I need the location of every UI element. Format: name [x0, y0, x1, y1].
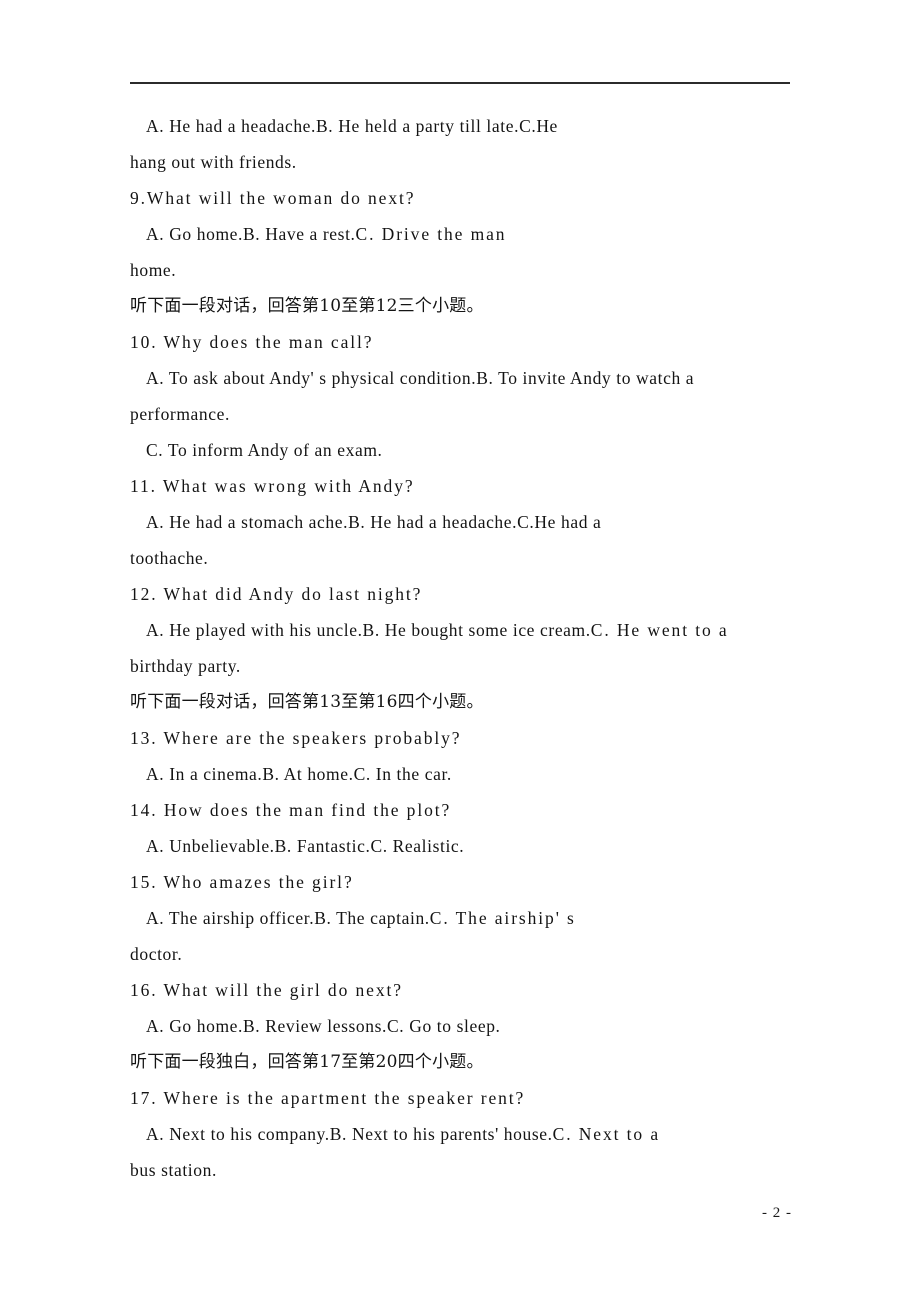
question-15-options-row: A. The airship officer. B. The captain. …: [130, 900, 792, 936]
option-c: C. In the car.: [353, 764, 452, 784]
question-16-options-row: A. Go home. B. Review lessons. C. Go to …: [130, 1008, 792, 1044]
question-10-text: 10. Why does the man call?: [130, 332, 374, 352]
option-b: B. To invite Andy to watch a: [476, 368, 695, 388]
question-13-options-row: A. In a cinema. B. At home. C. In the ca…: [130, 756, 792, 792]
question-12-text: 12. What did Andy do last night?: [130, 584, 423, 604]
question-body: A. He had a headache. B. He held a party…: [130, 108, 792, 1188]
option-c-text: He had a: [534, 512, 602, 532]
question-15-text: 15. Who amazes the girl?: [130, 872, 354, 892]
question-12-option-c-continuation: birthday party.: [130, 656, 241, 676]
option-a: A. Go home.: [146, 224, 244, 244]
option-c-text: He: [536, 116, 558, 136]
option-a: A. The airship officer.: [146, 908, 315, 928]
question-11-option-c-continuation: toothache.: [130, 548, 209, 568]
option-b: B. The captain.: [314, 908, 430, 928]
option-c-label: C.: [519, 116, 537, 136]
option-c: C. Go to sleep.: [387, 1016, 501, 1036]
option-c: C. To inform Andy of an exam.: [146, 440, 383, 460]
option-a: A. Next to his company.: [146, 1124, 330, 1144]
question-12-options-row: A. He played with his uncle. B. He bough…: [130, 612, 792, 648]
header-rule: [130, 82, 790, 84]
option-b: B. Fantastic.: [274, 836, 371, 856]
question-11-options-row: A. He had a stomach ache. B. He had a he…: [130, 504, 792, 540]
question-17-option-c-continuation: bus station.: [130, 1160, 217, 1180]
question-16-text: 16. What will the girl do next?: [130, 980, 403, 1000]
question-8-options-row: A. He had a headache. B. He held a party…: [130, 108, 792, 144]
question-17-options-row: A. Next to his company. B. Next to his p…: [130, 1116, 792, 1152]
question-15-option-c-continuation: doctor.: [130, 944, 183, 964]
question-13-text: 13. Where are the speakers probably?: [130, 728, 462, 748]
option-a: A. Unbelievable.: [146, 836, 275, 856]
question-8-option-c-continuation: hang out with friends.: [130, 152, 297, 172]
instruction-10-12: 听下面一段对话，回答第10至第12三个小题。: [130, 296, 484, 316]
option-b: B. Review lessons.: [243, 1016, 388, 1036]
instruction-13-16: 听下面一段对话，回答第13至第16四个小题。: [130, 692, 484, 712]
question-14-options-row: A. Unbelievable. B. Fantastic. C. Realis…: [130, 828, 792, 864]
option-b: B. Next to his parents' house.: [329, 1124, 553, 1144]
option-c: C. Next to a: [552, 1124, 660, 1144]
instruction-17-20: 听下面一段独白，回答第17至第20四个小题。: [130, 1052, 484, 1072]
question-9-options-row: A. Go home. B. Have a rest. C. Drive the…: [130, 216, 792, 252]
option-b: B. Have a rest.: [243, 224, 356, 244]
page-number: - 2 -: [762, 1205, 792, 1221]
option-b: B. He held a party till late.: [316, 116, 520, 136]
option-a: A. In a cinema.: [146, 764, 263, 784]
question-10-option-c-row: C. To inform Andy of an exam.: [130, 432, 792, 468]
option-c: C. Drive the man: [355, 224, 507, 244]
option-b: B. He bought some ice cream.: [362, 620, 591, 640]
option-a: A. Go home.: [146, 1016, 244, 1036]
exam-page: A. He had a headache. B. He held a party…: [0, 0, 920, 1302]
option-c: C. He went to a: [590, 620, 729, 640]
option-b: B. At home.: [262, 764, 354, 784]
question-10-option-b-continuation: performance.: [130, 404, 230, 424]
option-a: A. He played with his uncle.: [146, 620, 363, 640]
option-b: B. He had a headache.: [348, 512, 518, 532]
question-9-text: 9.What will the woman do next?: [130, 188, 416, 208]
option-c: C. Realistic.: [370, 836, 465, 856]
option-a: A. He had a headache.: [146, 116, 317, 136]
option-c: C. The airship' s: [429, 908, 576, 928]
option-a: A. He had a stomach ache.: [146, 512, 349, 532]
question-17-text: 17. Where is the apartment the speaker r…: [130, 1088, 526, 1108]
option-a: A. To ask about Andy' s physical conditi…: [146, 368, 477, 388]
question-11-text: 11. What was wrong with Andy?: [130, 476, 415, 496]
option-c-label: C.: [517, 512, 535, 532]
question-14-text: 14. How does the man find the plot?: [130, 800, 452, 820]
question-10-options-row: A. To ask about Andy' s physical conditi…: [130, 360, 792, 396]
question-9-option-c-continuation: home.: [130, 260, 177, 280]
